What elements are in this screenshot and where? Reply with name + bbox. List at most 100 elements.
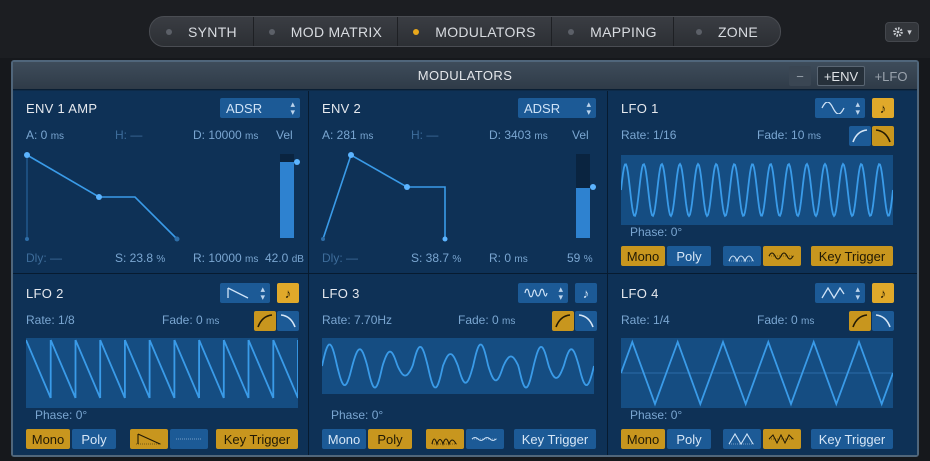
env2-delay[interactable]: Dly: — xyxy=(322,251,358,265)
lfo1-fade[interactable]: Fade: 10 ms xyxy=(757,128,821,142)
lfo1-rate[interactable]: Rate: 1/16 xyxy=(621,128,676,142)
lfo1-bipolar-button[interactable] xyxy=(763,246,801,266)
lfo3-phase[interactable]: Phase: 0° xyxy=(331,408,383,422)
env2-decay[interactable]: D: 3403 ms xyxy=(489,128,548,142)
remove-modulator-button[interactable]: − xyxy=(789,66,811,86)
env1-attack[interactable]: A: 0 ms xyxy=(26,128,64,142)
lfo2-fade-in-button[interactable] xyxy=(254,311,276,331)
env1-envelope-graph[interactable] xyxy=(23,147,279,243)
env2-attack[interactable]: A: 281 ms xyxy=(322,128,373,142)
lfo4-mono-button[interactable]: Mono xyxy=(621,429,665,449)
env2-decay-handle[interactable] xyxy=(404,184,410,190)
lfo1-unipolar-button[interactable] xyxy=(723,246,761,266)
lfo2-mono-button[interactable]: Mono xyxy=(26,429,70,449)
env1-decay-handle[interactable] xyxy=(96,194,102,200)
lfo3-fade-in-button[interactable] xyxy=(552,311,574,331)
lfo4-fade[interactable]: Fade: 0 ms xyxy=(757,313,814,327)
fade-in-curve-icon xyxy=(257,314,273,328)
chevron-down-icon: ▾ xyxy=(907,26,912,37)
lfo1-poly-button[interactable]: Poly xyxy=(667,246,711,266)
lfo3-bipolar-button[interactable] xyxy=(466,429,504,449)
lfo2-bipolar-button[interactable] xyxy=(170,429,208,449)
lfo4-key-trigger-button[interactable]: Key Trigger xyxy=(811,429,893,449)
lfo4-fade-out-button[interactable] xyxy=(872,311,894,331)
tab-zone[interactable]: ZONE xyxy=(674,17,780,46)
env2-release[interactable]: R: 0 ms xyxy=(489,251,528,265)
env1-release-handle[interactable] xyxy=(174,236,180,242)
panel-header: MODULATORS − +ENV +LFO xyxy=(13,62,917,90)
settings-button[interactable]: ▾ xyxy=(885,22,919,42)
tab-modulators[interactable]: MODULATORS xyxy=(398,17,552,46)
lfo1-fade-out-button[interactable] xyxy=(872,126,894,146)
lfo2-fade[interactable]: Fade: 0 ms xyxy=(162,313,219,327)
env1-velocity-handle[interactable] xyxy=(294,159,300,165)
env2-velocity-handle[interactable] xyxy=(590,184,596,190)
env1-velocity-slider[interactable] xyxy=(280,154,294,238)
lfo3-tempo-sync-button[interactable]: ♪ xyxy=(575,283,597,303)
lfo2-phase[interactable]: Phase: 0° xyxy=(35,408,87,422)
lfo1-key-trigger-button[interactable]: Key Trigger xyxy=(811,246,893,266)
bipolar-wave-icon xyxy=(768,252,795,260)
lfo3-wave-select[interactable]: ▴ ▾ xyxy=(518,283,568,303)
lfo2-rate[interactable]: Rate: 1/8 xyxy=(26,313,75,327)
lfo3-poly-button[interactable]: Poly xyxy=(368,429,412,449)
env1-mode-select[interactable]: ADSR ▴ ▾ xyxy=(220,98,300,118)
env2-vel-value[interactable]: 59 % xyxy=(567,251,593,265)
lfo2-poly-button[interactable]: Poly xyxy=(72,429,116,449)
env2-release-handle[interactable] xyxy=(442,236,448,242)
env2-sustain[interactable]: S: 38.7 % xyxy=(411,251,461,265)
env2-hold[interactable]: H: — xyxy=(411,128,438,142)
env2-attack-handle[interactable] xyxy=(348,152,354,158)
unipolar-wave-icon xyxy=(728,432,755,446)
lfo1-mono-button[interactable]: Mono xyxy=(621,246,665,266)
env2-velocity-slider[interactable] xyxy=(576,154,590,238)
lfo4-phase[interactable]: Phase: 0° xyxy=(630,408,682,422)
lfo4-fade-in-button[interactable] xyxy=(849,311,871,331)
tab-mapping[interactable]: MAPPING xyxy=(552,17,674,46)
lfo4-module: LFO 4 ▴ ▾ ♪ Rate: 1/4 Fade: 0 ms Phase: 0… xyxy=(608,274,917,455)
unipolar-wave-icon xyxy=(728,255,755,263)
triangle-wave-icon xyxy=(821,287,845,299)
bipolar-wave-icon xyxy=(471,437,498,441)
lfo1-tempo-sync-button[interactable]: ♪ xyxy=(872,98,894,118)
lfo3-fade-out-button[interactable] xyxy=(575,311,597,331)
env2-velocity-fill xyxy=(576,188,590,238)
lfo3-rate[interactable]: Rate: 7.70Hz xyxy=(322,313,392,327)
lfo2-wave-display xyxy=(25,338,299,408)
env1-vel-value[interactable]: 42.0 dB xyxy=(265,251,304,265)
lfo3-mono-button[interactable]: Mono xyxy=(322,429,366,449)
env1-release[interactable]: R: 10000 ms xyxy=(193,251,258,265)
lfo4-poly-button[interactable]: Poly xyxy=(667,429,711,449)
lfo4-bipolar-button[interactable] xyxy=(763,429,801,449)
lfo1-wave-select[interactable]: ▴ ▾ xyxy=(815,98,865,118)
env1-decay[interactable]: D: 10000 ms xyxy=(193,128,258,142)
lfo3-key-trigger-button[interactable]: Key Trigger xyxy=(514,429,596,449)
lfo1-fade-in-button[interactable] xyxy=(849,126,871,146)
random-wave-icon xyxy=(524,288,548,298)
lfo3-unipolar-button[interactable] xyxy=(426,429,464,449)
lfo4-tempo-sync-button[interactable]: ♪ xyxy=(872,283,894,303)
tab-synth[interactable]: SYNTH xyxy=(150,17,254,46)
env1-sustain[interactable]: S: 23.8 % xyxy=(115,251,165,265)
lfo4-rate[interactable]: Rate: 1/4 xyxy=(621,313,670,327)
add-lfo-button[interactable]: +LFO xyxy=(868,66,914,86)
stepper-arrows-icon: ▴ ▾ xyxy=(260,284,265,302)
bipolar-wave-icon xyxy=(768,433,795,445)
tab-mod-matrix[interactable]: MOD MATRIX xyxy=(254,17,398,46)
lfo4-unipolar-button[interactable] xyxy=(723,429,761,449)
lfo2-wave-select[interactable]: ▴ ▾ xyxy=(220,283,270,303)
lfo2-fade-out-button[interactable] xyxy=(277,311,299,331)
lfo2-unipolar-button[interactable] xyxy=(130,429,168,449)
env1-attack-handle[interactable] xyxy=(24,152,30,158)
lfo2-tempo-sync-button[interactable]: ♪ xyxy=(277,283,299,303)
env2-envelope-graph[interactable] xyxy=(319,147,575,243)
lfo2-key-trigger-button[interactable]: Key Trigger xyxy=(216,429,298,449)
add-env-button[interactable]: +ENV xyxy=(817,66,865,86)
env1-hold[interactable]: H: — xyxy=(115,128,142,142)
env1-delay[interactable]: Dly: — xyxy=(26,251,62,265)
lfo1-wave-display xyxy=(620,155,894,225)
lfo4-wave-select[interactable]: ▴ ▾ xyxy=(815,283,865,303)
lfo1-phase[interactable]: Phase: 0° xyxy=(630,225,682,239)
lfo3-fade[interactable]: Fade: 0 ms xyxy=(458,313,515,327)
env2-mode-select[interactable]: ADSR ▴ ▾ xyxy=(518,98,596,118)
